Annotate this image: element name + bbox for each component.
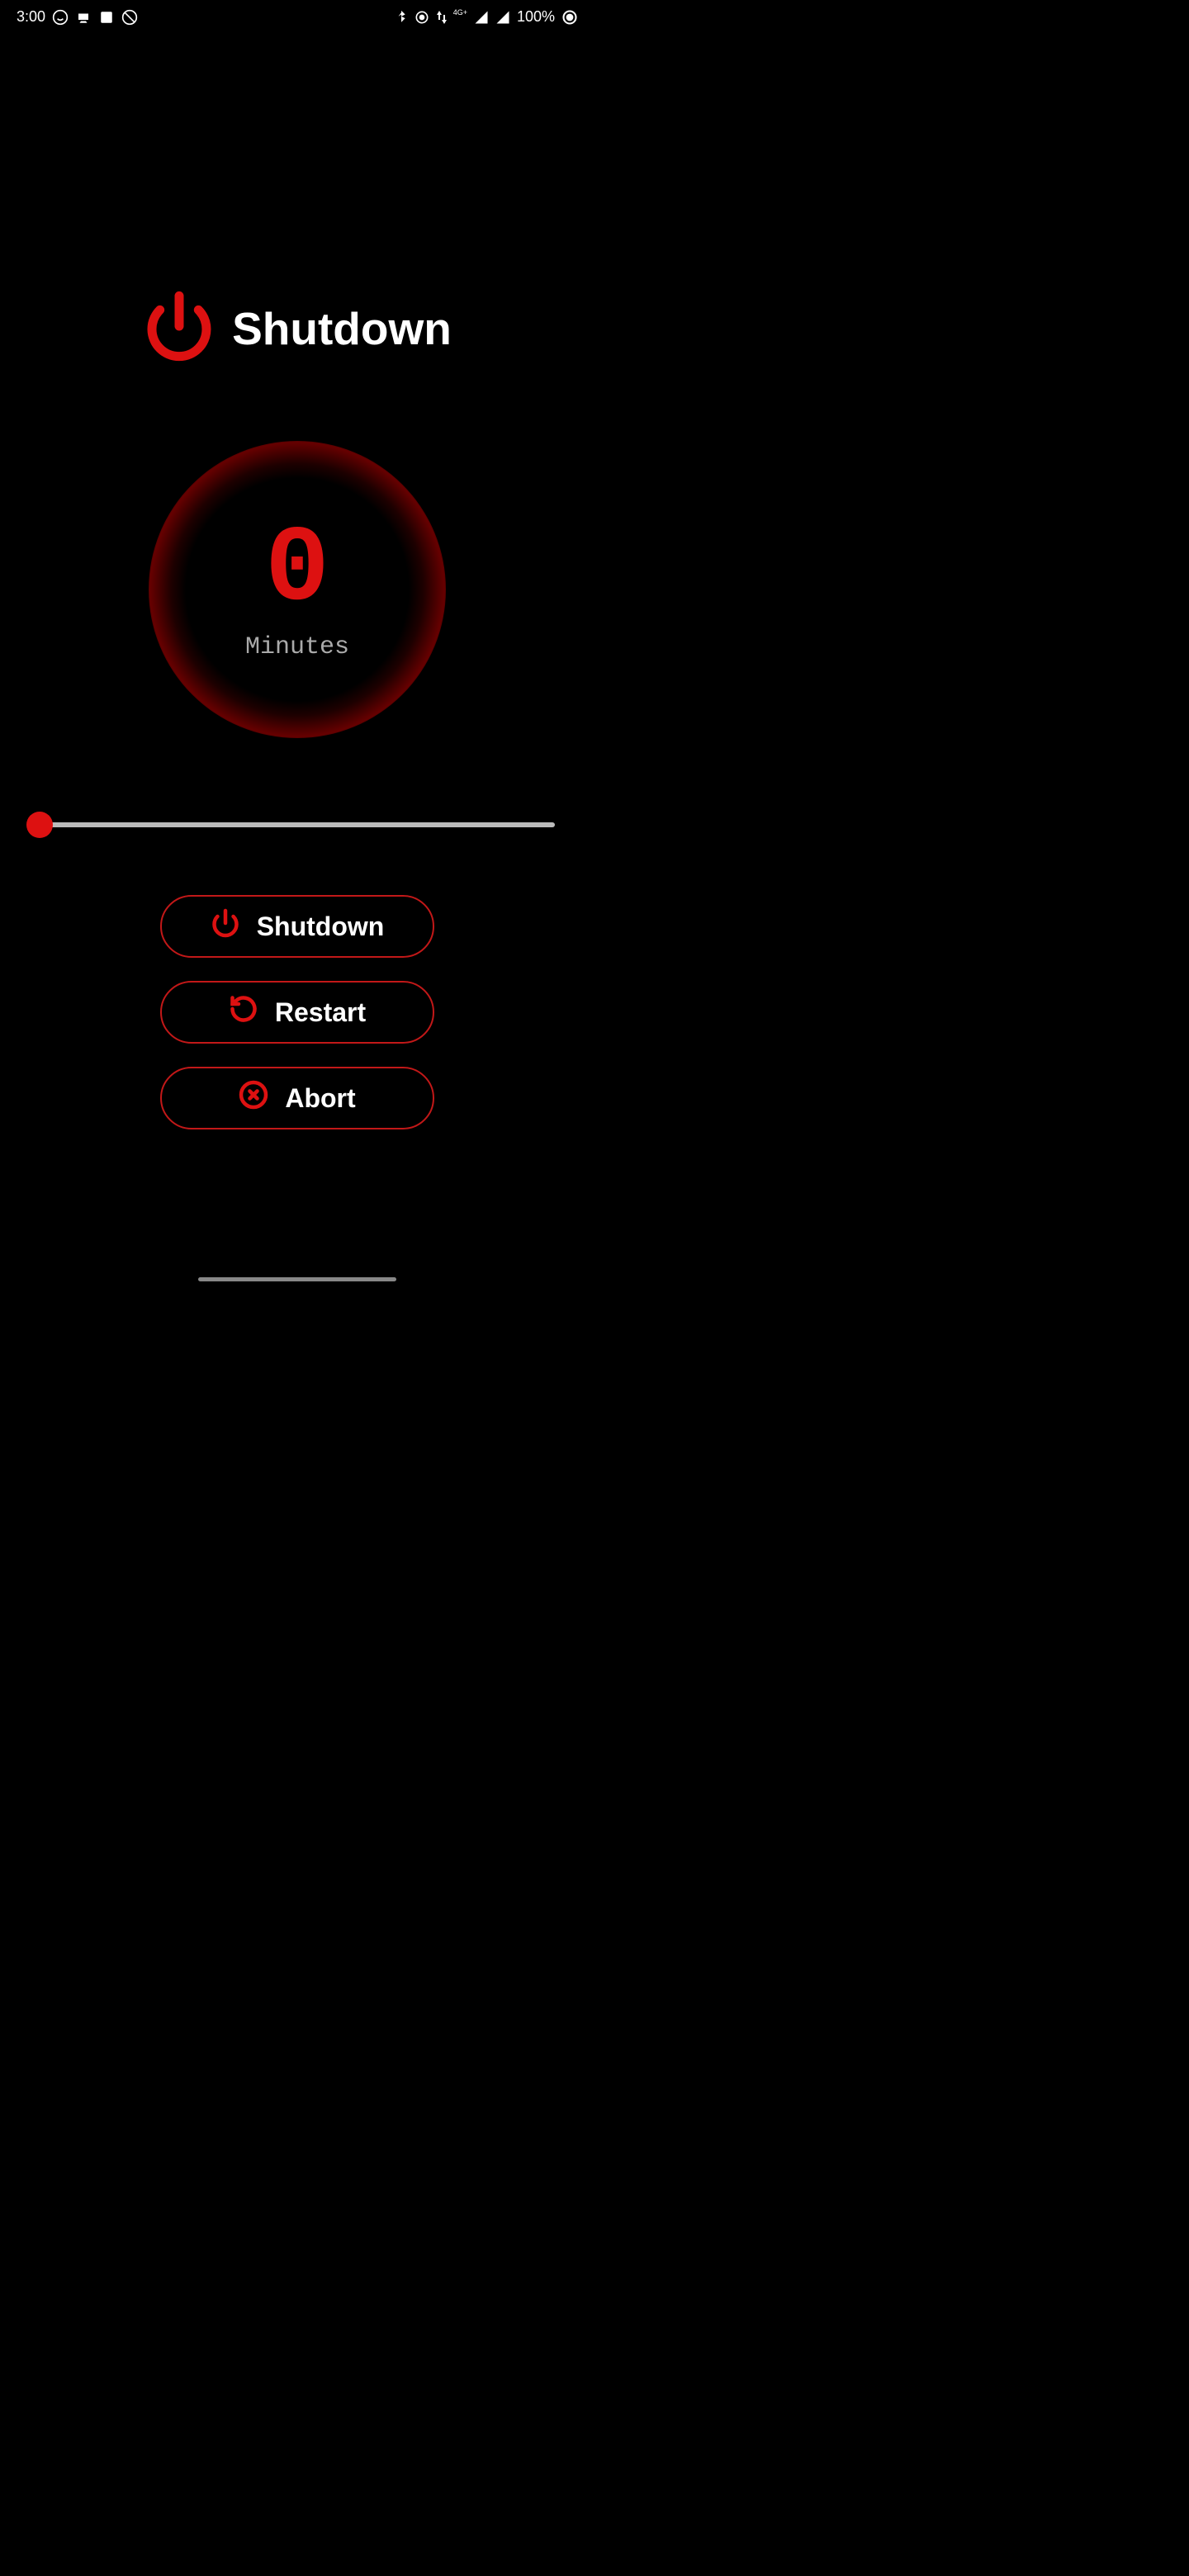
timer-unit: Minutes	[245, 633, 349, 661]
status-time: 3:00	[17, 8, 45, 26]
discord-icon	[75, 10, 92, 25]
app-header: Shutdown	[0, 290, 594, 367]
slider-thumb[interactable]	[26, 812, 53, 838]
whatsapp-icon	[52, 9, 69, 26]
shutdown-button-label: Shutdown	[257, 912, 385, 942]
navigation-handle[interactable]	[198, 1277, 396, 1281]
restart-button[interactable]: Restart	[160, 981, 434, 1044]
signal-icon	[474, 10, 489, 25]
data-swap-icon	[437, 11, 447, 24]
status-bar-left: 3:00	[17, 8, 138, 26]
status-bar-right: 4G+ 100%	[396, 8, 578, 26]
shutdown-button[interactable]: Shutdown	[160, 895, 434, 958]
bluetooth-icon	[396, 9, 407, 26]
slider-track	[40, 822, 555, 827]
status-bar: 3:00 4G+ 100%	[0, 0, 594, 34]
power-icon	[211, 908, 240, 945]
network-type: 4G+	[453, 8, 467, 17]
abort-button[interactable]: Abort	[160, 1067, 434, 1129]
abort-icon	[239, 1080, 268, 1116]
timer-display: 0 Minutes	[149, 441, 446, 738]
battery-icon	[561, 9, 578, 26]
app-title: Shutdown	[232, 302, 452, 355]
restart-button-label: Restart	[275, 997, 366, 1028]
power-icon	[143, 290, 216, 367]
hotspot-icon	[414, 9, 430, 26]
restart-icon	[229, 994, 258, 1030]
timer-value: 0	[265, 518, 329, 625]
dnd-icon	[121, 9, 138, 26]
timer-slider[interactable]	[40, 812, 555, 837]
photo-icon	[98, 10, 115, 25]
signal-icon-2	[495, 10, 510, 25]
battery-percent: 100%	[517, 8, 555, 26]
action-buttons: Shutdown Restart Abort	[0, 895, 594, 1129]
abort-button-label: Abort	[285, 1083, 355, 1114]
